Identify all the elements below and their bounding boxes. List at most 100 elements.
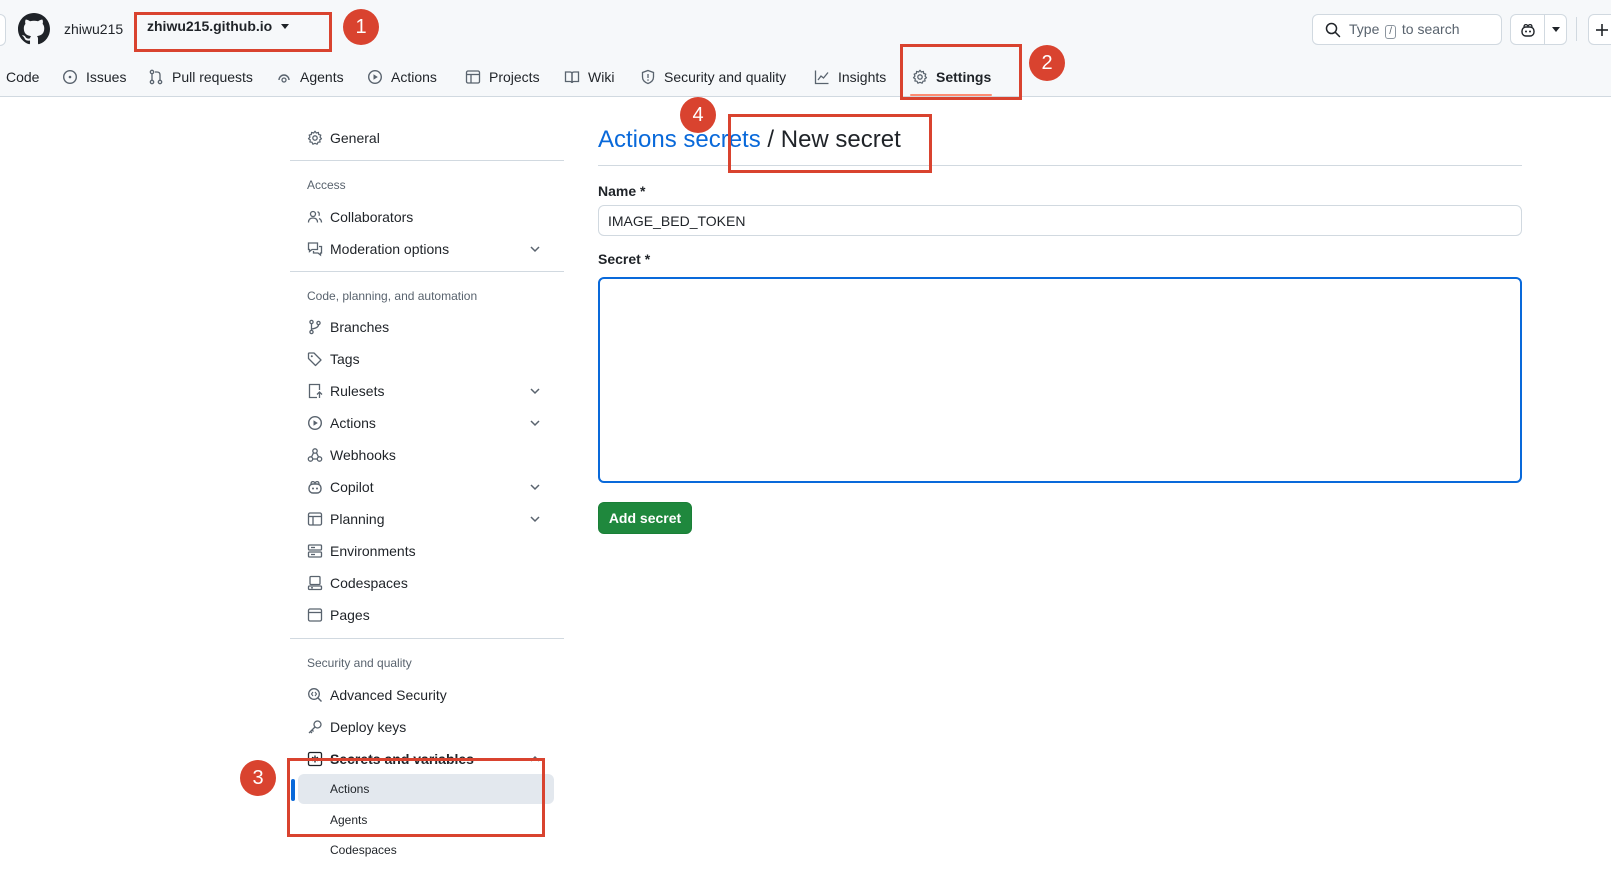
tab-label: Actions	[391, 69, 437, 85]
search-icon	[1325, 22, 1341, 37]
chevron-down-icon	[530, 246, 540, 253]
table-icon	[307, 512, 323, 526]
owner-link[interactable]: zhiwu215	[64, 21, 123, 37]
webhook-icon	[307, 448, 323, 462]
sidebar-item-deploy-keys[interactable]: Deploy keys	[290, 712, 564, 742]
annotation-box-secrets	[287, 758, 545, 837]
caret-down-icon	[1551, 27, 1560, 32]
chevron-down-icon	[530, 388, 540, 395]
sidebar-item-actions[interactable]: Actions	[290, 408, 564, 438]
create-new-button[interactable]	[1588, 14, 1611, 45]
key-icon	[308, 720, 322, 734]
play-icon	[367, 69, 383, 85]
sidebar-item-label: Environments	[330, 543, 416, 559]
sidebar-item-label: Branches	[330, 319, 390, 335]
tab-agents[interactable]: Agents	[276, 64, 344, 90]
tab-security-and-quality[interactable]: Security and quality	[640, 64, 786, 90]
copilot-button-group[interactable]	[1510, 14, 1567, 45]
sidebar-divider	[290, 271, 564, 272]
tab-label: Projects	[489, 69, 540, 85]
sidebar-item-tags[interactable]: Tags	[290, 344, 564, 374]
book-icon	[564, 71, 580, 84]
sidebar-item-planning[interactable]: Planning	[290, 504, 564, 534]
tab-code[interactable]: Code	[6, 64, 39, 90]
tag-icon	[307, 352, 322, 367]
secret-name-input[interactable]	[598, 205, 1522, 236]
sidebar-item-label: Rulesets	[330, 383, 385, 399]
tab-insights[interactable]: Insights	[814, 64, 886, 90]
sidebar-item-collaborators[interactable]: Collaborators	[290, 202, 564, 232]
annotation-number: 1	[343, 9, 379, 45]
shield-icon	[641, 69, 655, 85]
tab-actions[interactable]: Actions	[367, 64, 437, 90]
sidebar-item-general[interactable]: General	[290, 123, 564, 153]
chevron-down-icon	[530, 516, 540, 523]
sidebar-item-pages[interactable]: Pages	[290, 600, 564, 630]
menu-button[interactable]	[0, 14, 6, 46]
agents-icon	[278, 74, 290, 83]
table-icon	[465, 70, 481, 84]
tab-label: Security and quality	[664, 69, 787, 85]
sidebar-heading-security: Security and quality	[307, 656, 412, 670]
sidebar-item-label: Actions	[330, 415, 376, 431]
chevron-down-icon	[530, 484, 540, 491]
tab-label: Issues	[86, 69, 127, 85]
tab-wiki[interactable]: Wiki	[564, 64, 614, 90]
sidebar-item-label: General	[330, 130, 380, 146]
tab-label: Pull requests	[172, 69, 253, 85]
annotation-number: 3	[240, 760, 276, 796]
tab-issues[interactable]: Issues	[62, 64, 126, 90]
sidebar-item-branches[interactable]: Branches	[290, 312, 564, 342]
sidebar-item-rulesets[interactable]: Rulesets	[290, 376, 564, 406]
search-input[interactable]: Type / to search	[1312, 14, 1502, 45]
copilot-button[interactable]	[1511, 15, 1545, 44]
sidebar-item-environments[interactable]: Environments	[290, 536, 564, 566]
sidebar-divider	[290, 160, 564, 161]
git-branch-icon	[309, 319, 321, 335]
sidebar-item-copilot[interactable]: Copilot	[290, 472, 564, 502]
sidebar-item-advanced-security[interactable]: Advanced Security	[290, 680, 564, 710]
add-secret-button[interactable]: Add secret	[598, 502, 692, 534]
codespaces-icon	[307, 575, 323, 591]
annotation-box-settings	[900, 44, 1022, 100]
github-logo-icon[interactable]	[18, 13, 50, 45]
play-icon	[307, 415, 323, 431]
secret-field-label: Secret *	[598, 251, 651, 267]
repo-push-icon	[308, 383, 323, 399]
sidebar-item-label: Codespaces	[330, 575, 408, 591]
sidebar-item-codespaces[interactable]: Codespaces	[290, 568, 564, 598]
browser-icon	[307, 608, 323, 622]
server-icon	[307, 544, 323, 558]
sidebar-item-label: Moderation options	[330, 241, 450, 257]
sidebar-subitem-label: Codespaces	[330, 843, 397, 857]
copilot-icon	[1520, 23, 1535, 37]
slash-key: /	[1385, 24, 1397, 39]
comment-discussion-icon	[307, 242, 323, 257]
sidebar-item-moderation-options[interactable]: Moderation options	[290, 234, 564, 264]
copilot-menu-button[interactable]	[1545, 27, 1566, 32]
annotation-box-repo	[134, 12, 332, 52]
pull-request-icon	[149, 69, 163, 85]
annotation-number: 2	[1029, 45, 1065, 81]
graph-icon	[814, 70, 829, 85]
sidebar-heading-code-planning: Code, planning, and automation	[307, 289, 478, 303]
sidebar-subitem-codespaces[interactable]: Codespaces	[298, 835, 554, 865]
tab-pull-requests[interactable]: Pull requests	[148, 64, 253, 90]
tab-label: Agents	[300, 69, 344, 85]
header-divider	[1576, 17, 1577, 41]
tab-projects[interactable]: Projects	[465, 64, 540, 90]
tab-label: Code	[6, 69, 40, 85]
sidebar-item-webhooks[interactable]: Webhooks	[290, 440, 564, 470]
sidebar-item-label: Collaborators	[330, 209, 414, 225]
annotation-box-new-secret	[728, 114, 932, 173]
people-icon	[307, 210, 323, 223]
sidebar-item-label: Advanced Security	[330, 687, 447, 703]
annotation-number: 4	[680, 97, 716, 133]
sidebar-item-label: Planning	[330, 511, 385, 527]
chevron-down-icon	[530, 420, 540, 427]
sidebar-item-label: Deploy keys	[330, 719, 407, 735]
sidebar-divider	[290, 638, 564, 639]
issue-icon	[62, 69, 78, 85]
secret-value-textarea[interactable]	[598, 277, 1522, 483]
tab-label: Insights	[838, 69, 887, 85]
